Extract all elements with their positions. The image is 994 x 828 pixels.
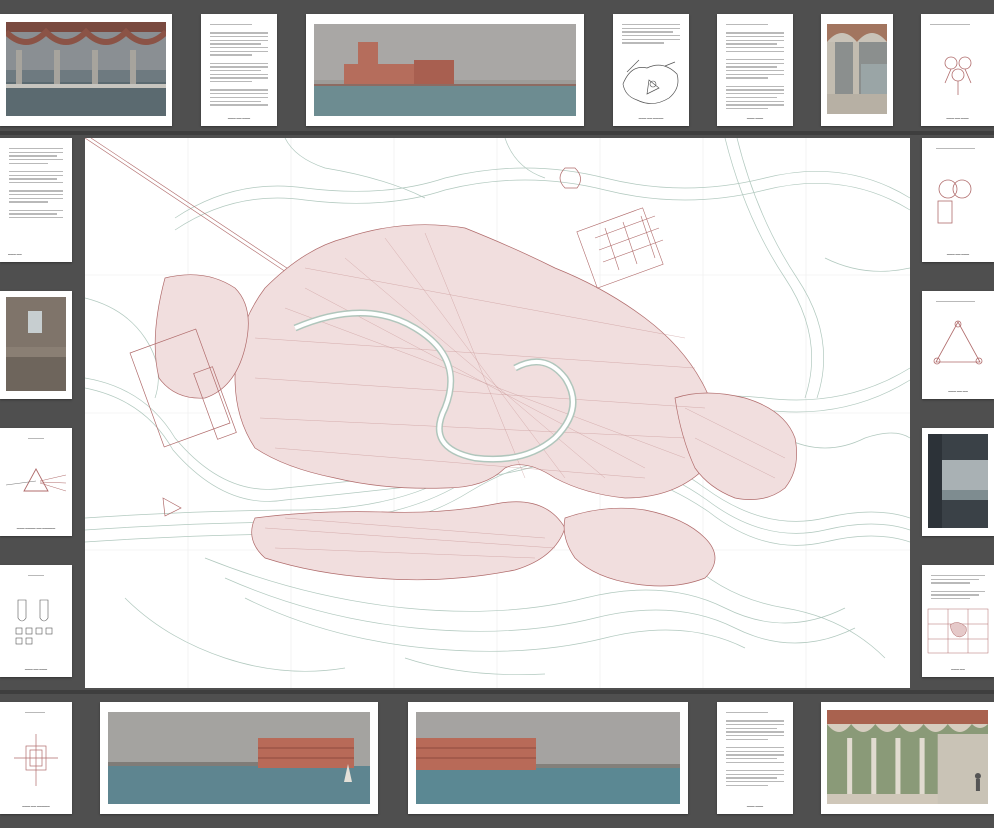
diagram-panel-columns: ▬▬▬ ▬▬ ▬▬▬	[0, 565, 72, 677]
panel-caption: ▬▬▬ ▬▬ ▬▬▬▬	[638, 117, 664, 120]
diagram-panel-prism: ▬▬▬ ▬▬▬▬ ▬▬ ▬▬▬▬▬	[0, 428, 72, 536]
colonnade-garden-photo	[827, 710, 988, 804]
diagram-panel-right-grid: ▬▬▬ ▬▬	[922, 565, 994, 677]
text-panel-left: ▬▬▬ ▬▬	[0, 138, 72, 262]
sketch-map-icon	[619, 54, 683, 110]
panel-caption: ▬▬▬ ▬▬	[951, 668, 965, 671]
photo-panel-portico	[821, 14, 893, 126]
text-panel: ▬▬▬ ▬▬▬	[717, 14, 793, 126]
panel-caption: ▬▬▬ ▬▬ ▬▬▬	[946, 253, 970, 256]
panel-caption: ▬▬▬ ▬▬▬▬ ▬▬ ▬▬▬▬▬	[16, 527, 56, 530]
photo-panel-bottom-pano-1	[100, 702, 378, 814]
photo-panel-pano	[306, 14, 584, 126]
text-panel-sketch: ▬▬▬ ▬▬ ▬▬▬▬	[613, 14, 689, 126]
panel-caption: ▬▬▬ ▬▬	[8, 253, 22, 256]
photo-panel-bottom-colonnade	[821, 702, 994, 814]
photo-panel-arcade	[0, 14, 172, 126]
arcade-photo	[3, 22, 169, 116]
arsenal-building-photo	[108, 712, 370, 804]
window-room-photo	[6, 297, 66, 391]
lagoon-building-photo	[314, 24, 576, 116]
portico-photo	[827, 24, 887, 114]
plan-diagram-icon	[921, 34, 994, 112]
column-plan-icon	[0, 595, 72, 647]
panel-caption: ▬▬▬ ▬▬▬	[746, 805, 764, 808]
photo-panel-window	[0, 291, 72, 399]
dark-window-photo	[928, 434, 988, 528]
diagram-panel-right-1: ▬▬▬ ▬▬ ▬▬▬	[922, 138, 994, 262]
grid-map-icon	[922, 605, 994, 657]
divider	[0, 690, 994, 694]
text-panel: ▬▬▬ ▬▬ ▬▬▬	[201, 14, 277, 126]
diagram-panel-bottom-left: ▬▬▬ ▬▬ ▬▬▬▬▬	[0, 702, 72, 814]
loop-plan-icon	[922, 168, 994, 234]
cross-plan-icon	[0, 728, 72, 792]
city-map-figure	[85, 138, 910, 688]
diagram-panel-keys: ▬▬▬ ▬▬ ▬▬▬	[921, 14, 994, 126]
divider	[0, 131, 994, 135]
panel-caption: ▬▬▬ ▬▬ ▬▬▬	[24, 668, 48, 671]
panel-caption: ▬▬▬ ▬▬ ▬▬▬	[227, 117, 251, 120]
triangle-plan-icon	[922, 315, 994, 375]
text-panel-bottom: ▬▬▬ ▬▬▬	[717, 702, 793, 814]
prism-diagram-icon	[0, 456, 72, 512]
panel-caption: ▬▬▬ ▬▬ ▬▬	[948, 390, 968, 393]
panel-caption: ▬▬▬ ▬▬ ▬▬▬	[946, 117, 969, 120]
arsenal-view-photo	[416, 712, 680, 804]
grid-island	[576, 207, 664, 289]
panel-caption: ▬▬▬ ▬▬▬	[746, 117, 764, 120]
city-map-svg	[85, 138, 910, 688]
panel-caption: ▬▬▬ ▬▬ ▬▬▬▬▬	[22, 805, 50, 808]
city-fabric	[154, 224, 797, 587]
diagram-panel-right-2: ▬▬▬ ▬▬ ▬▬	[922, 291, 994, 399]
photo-panel-right-window	[922, 428, 994, 536]
photo-panel-bottom-pano-2	[408, 702, 688, 814]
